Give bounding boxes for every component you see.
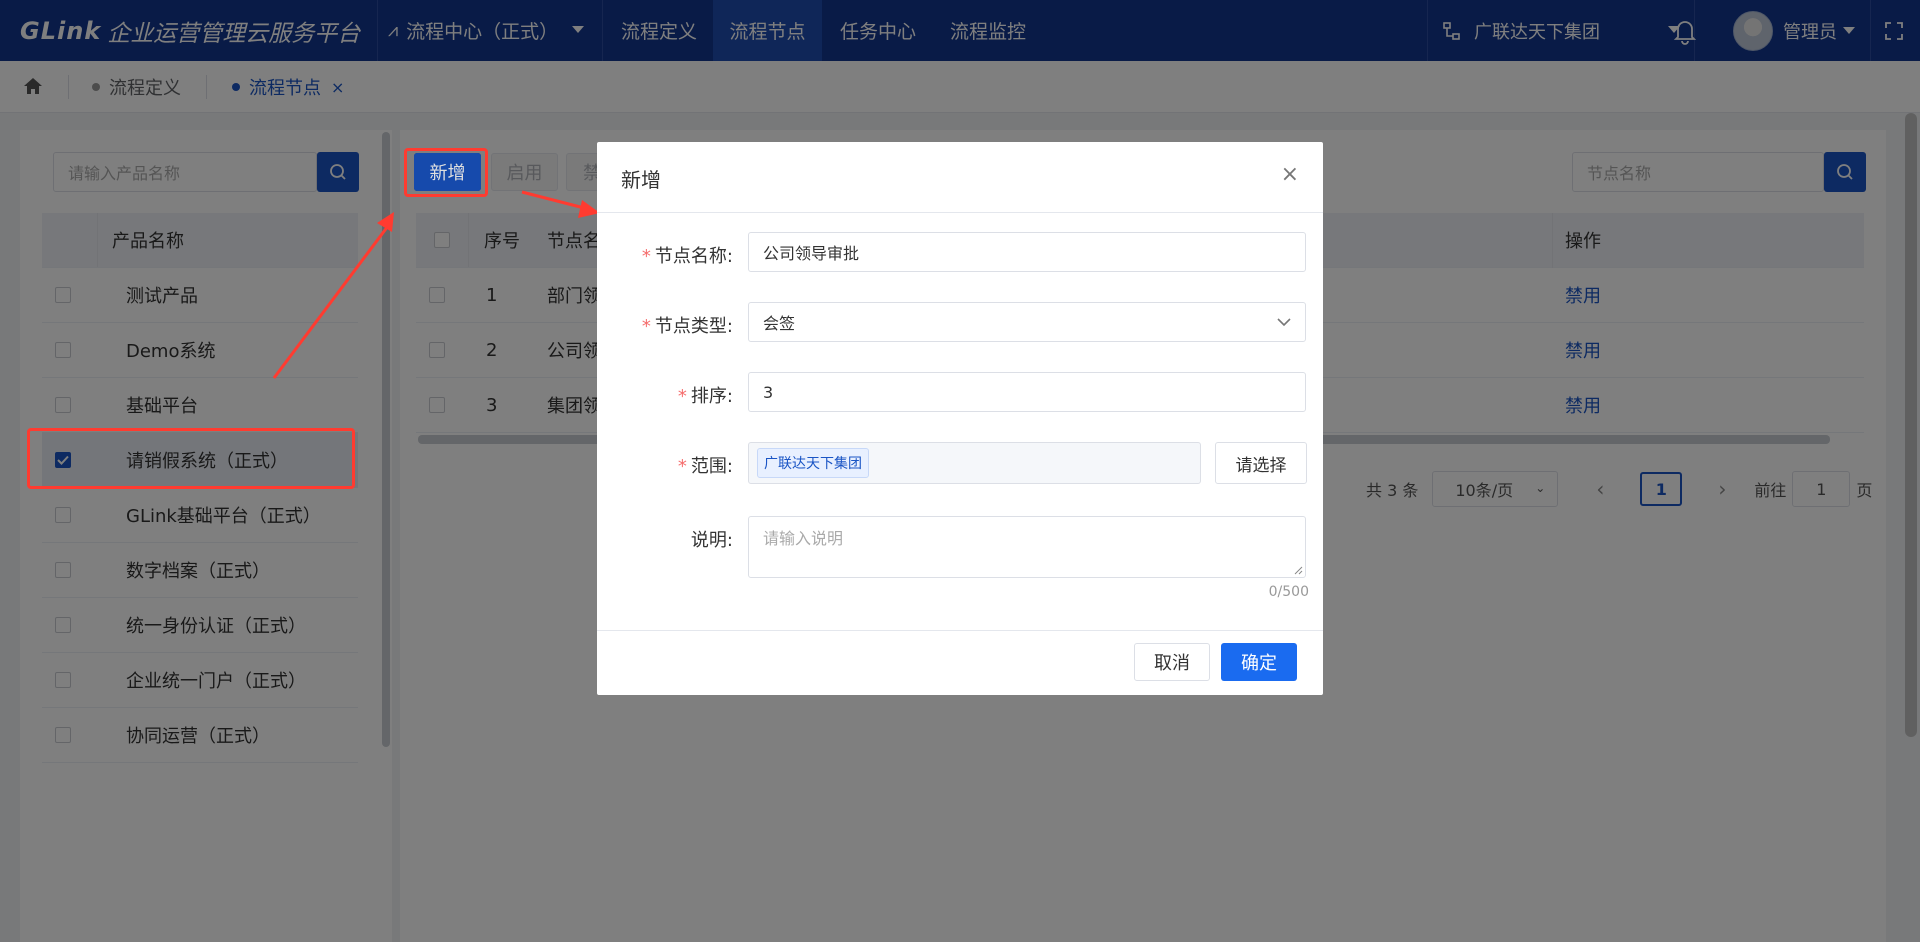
resize-handle-icon[interactable] <box>1293 565 1303 575</box>
node-name-value: 公司领导审批 <box>763 244 860 263</box>
description-textarea[interactable]: 请输入说明 <box>748 516 1306 578</box>
field-label-node-type: * 节点类型: <box>641 316 733 337</box>
add-node-dialog: 新增 × * 节点名称: 公司领导审批 * 节点类型: 会签 * 排序: 3 * 范围:… <box>597 142 1323 695</box>
cancel-label: 取消 <box>1154 653 1190 674</box>
confirm-button[interactable]: 确定 <box>1221 643 1297 681</box>
select-scope-button[interactable]: 请选择 <box>1215 442 1307 484</box>
description-counter: 0/500 <box>1268 584 1309 600</box>
node-type-select[interactable]: 会签 <box>748 302 1306 342</box>
field-label-sort: * 排序: <box>677 386 733 407</box>
node-name-input[interactable]: 公司领导审批 <box>748 232 1306 272</box>
node-type-value: 会签 <box>763 314 796 333</box>
dialog-title: 新增 <box>621 168 661 192</box>
scope-field[interactable]: 广联达天下集团 <box>748 442 1201 484</box>
field-label-node-name: * 节点名称: <box>641 246 733 267</box>
scope-tag: 广联达天下集团 <box>757 448 869 478</box>
sort-input[interactable]: 3 <box>748 372 1306 412</box>
field-label-description: 说明: <box>690 530 733 551</box>
cancel-button[interactable]: 取消 <box>1134 643 1210 681</box>
field-label-scope: * 范围: <box>677 456 733 477</box>
select-scope-label: 请选择 <box>1235 455 1287 476</box>
divider <box>597 212 1323 213</box>
confirm-label: 确定 <box>1241 653 1277 674</box>
annotation-arrows <box>272 190 600 379</box>
divider <box>597 630 1323 631</box>
close-icon[interactable]: × <box>1281 162 1299 187</box>
annotation-highlight-product <box>27 428 355 489</box>
sort-value: 3 <box>763 382 774 402</box>
description-placeholder: 请输入说明 <box>763 529 844 548</box>
chevron-down-icon <box>1277 318 1291 327</box>
